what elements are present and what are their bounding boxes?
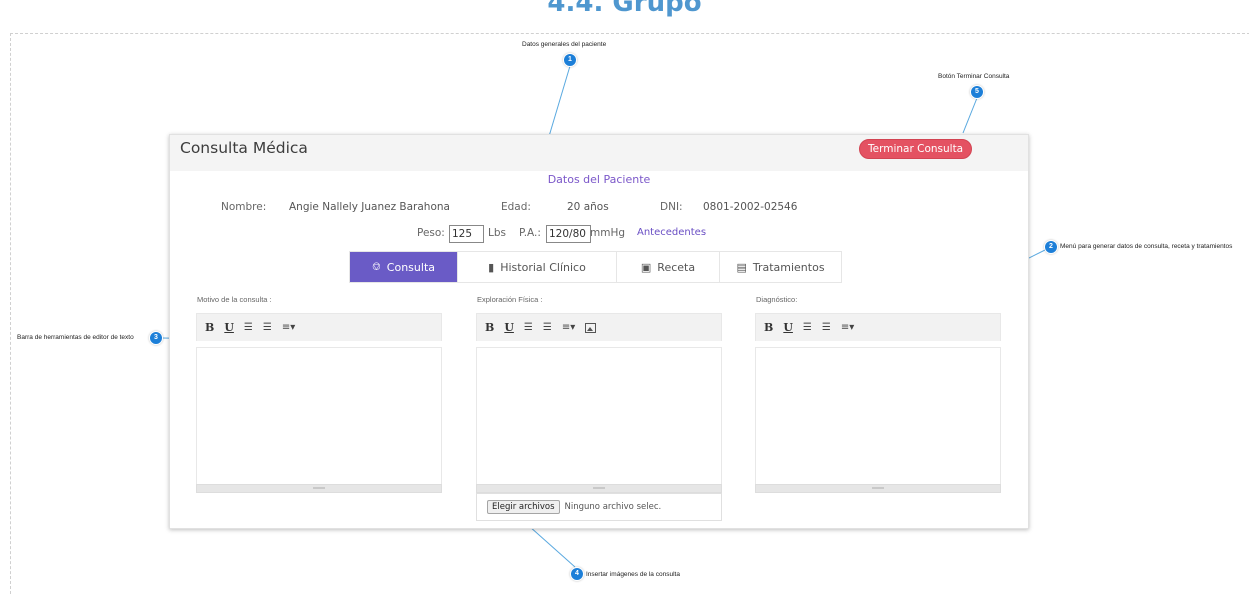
numbered-list-icon[interactable]: ☰ [822, 322, 831, 333]
annotation-1-text: Datos generales del paciente [522, 41, 607, 48]
patient-section-title: Datos del Paciente [547, 173, 651, 186]
file-status-text: Ninguno archivo selec. [564, 502, 662, 512]
exploracion-resize-handle[interactable] [476, 484, 722, 493]
tab-consulta[interactable]: ⎊ Consulta [350, 252, 458, 282]
tab-historial-label: Historial Clínico [500, 260, 586, 274]
annotation-5-text: Botón Terminar Consulta [938, 73, 1010, 80]
tab-tratamientos-label: Tratamientos [752, 260, 825, 274]
clipboard-icon: ▮ [488, 260, 495, 274]
motivo-toolbar: B U ☰ ☰ ≡▾ [196, 313, 442, 341]
underline-button[interactable]: U [783, 321, 793, 334]
diagnostico-resize-handle[interactable] [755, 484, 1001, 493]
align-dropdown-icon[interactable]: ≡▾ [282, 322, 295, 333]
annotation-1-badge: 1 [564, 54, 576, 66]
dni-label: DNI: [660, 201, 683, 213]
numbered-list-icon[interactable]: ☰ [263, 322, 272, 333]
align-dropdown-icon[interactable]: ≡▾ [562, 322, 575, 333]
page-heading: 4.4. Grupo [547, 0, 702, 18]
bullet-list-icon[interactable]: ☰ [244, 322, 253, 333]
annotation-4-badge: 4 [571, 568, 583, 580]
annotation-3-text: Barra de herramientas de editor de texto [17, 334, 134, 341]
annotation-4-text: Insertar imágenes de la consulta [586, 571, 680, 578]
annotation-2-badge: 2 [1045, 241, 1057, 253]
bullet-list-icon[interactable]: ☰ [803, 322, 812, 333]
tab-receta[interactable]: ▣ Receta [617, 252, 720, 282]
tab-historial-clinico[interactable]: ▮ Historial Clínico [458, 252, 617, 282]
bold-button[interactable]: B [485, 321, 494, 334]
exploracion-label: Exploración Física : [477, 295, 543, 304]
diagnostico-editor[interactable] [755, 347, 1001, 485]
file-upload-area: Elegir archivos Ninguno archivo selec. [476, 493, 722, 521]
annotation-3-badge: 3 [150, 332, 162, 344]
numbered-list-icon[interactable]: ☰ [543, 322, 552, 333]
motivo-editor[interactable] [196, 347, 442, 485]
bp-label: P.A.: [519, 227, 541, 239]
insert-image-icon[interactable] [585, 322, 597, 333]
diagnostico-toolbar: B U ☰ ☰ ≡▾ [755, 313, 1001, 341]
annotation-2-text: Menú para generar datos de consulta, rec… [1060, 243, 1233, 250]
terminate-consultation-button[interactable]: Terminar Consulta [859, 139, 973, 159]
dni-value: 0801-2002-02546 [703, 201, 798, 213]
bp-unit: mmHg [590, 227, 626, 239]
weight-input[interactable]: 125 [449, 225, 484, 243]
diagnostico-label: Diagnóstico: [756, 295, 798, 304]
stethoscope-icon: ⎊ [371, 260, 381, 273]
tab-tratamientos[interactable]: ▤ Tratamientos [720, 252, 841, 282]
exploracion-editor[interactable] [476, 347, 722, 485]
age-label: Edad: [501, 201, 531, 213]
align-dropdown-icon[interactable]: ≡▾ [841, 322, 854, 333]
tab-receta-label: Receta [657, 260, 696, 274]
bold-button[interactable]: B [205, 321, 214, 334]
name-label: Nombre: [221, 201, 267, 213]
choose-files-button[interactable]: Elegir archivos [487, 500, 560, 514]
weight-label: Peso: [417, 227, 445, 239]
weight-unit: Lbs [488, 227, 506, 239]
document-icon: ▤ [736, 260, 747, 274]
exploracion-toolbar: B U ☰ ☰ ≡▾ [476, 313, 722, 341]
motivo-resize-handle[interactable] [196, 484, 442, 493]
bold-button[interactable]: B [764, 321, 773, 334]
age-value: 20 años [567, 201, 609, 213]
underline-button[interactable]: U [504, 321, 514, 334]
motivo-label: Motivo de la consulta : [197, 295, 272, 304]
bullet-list-icon[interactable]: ☰ [524, 322, 533, 333]
consultation-tabs: ⎊ Consulta ▮ Historial Clínico ▣ Receta … [349, 251, 842, 283]
tab-consulta-label: Consulta [386, 260, 435, 274]
underline-button[interactable]: U [224, 321, 234, 334]
prescription-icon: ▣ [640, 260, 652, 274]
annotation-5-badge: 5 [971, 86, 983, 98]
name-value: Angie Nallely Juanez Barahona [289, 201, 450, 213]
antecedentes-link[interactable]: Antecedentes [637, 227, 706, 238]
consultation-card: Consulta Médica Terminar Consulta Datos … [169, 134, 1029, 529]
bp-input[interactable]: 120/80 [546, 225, 591, 243]
card-title: Consulta Médica [180, 139, 308, 157]
